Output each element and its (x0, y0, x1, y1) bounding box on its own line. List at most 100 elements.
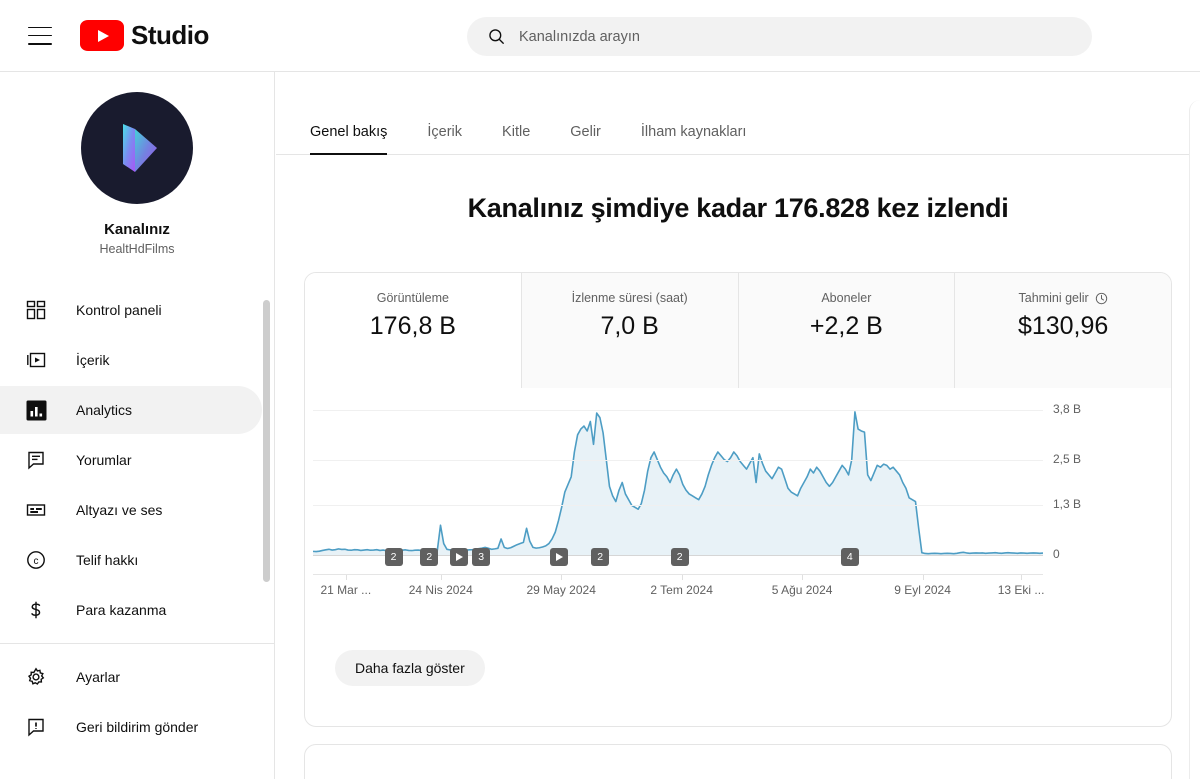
chart-badge-video[interactable] (550, 548, 569, 566)
sidebar-item-subtitles[interactable]: Altyazı ve ses (0, 486, 262, 534)
metric-value: 176,8 B (369, 312, 456, 340)
gridline (313, 459, 1043, 461)
x-axis-tick-mark (440, 575, 442, 580)
sidebar-item-settings[interactable]: Ayarlar (0, 653, 262, 701)
metric-label: Aboneler (821, 291, 872, 305)
sidebar-scrollbar[interactable] (263, 300, 270, 582)
sidebar-item-label: Ayarlar (76, 669, 121, 685)
search-icon (489, 29, 504, 44)
channel-block[interactable]: Kanalınız HealtHdFilms (0, 72, 274, 256)
dollar-icon (24, 598, 48, 622)
clock-icon (1095, 292, 1107, 304)
metric-watch-time[interactable]: İzlenme süresi (saat) 7,0 B (522, 273, 739, 388)
sidebar-item-dashboard[interactable]: Kontrol paneli (0, 286, 262, 334)
hamburger-icon[interactable] (28, 26, 52, 45)
chart-badge-count[interactable]: 2 (591, 548, 610, 566)
metric-value: 7,0 B (600, 312, 659, 340)
next-card-partial (304, 744, 1172, 779)
analytics-tabs: Genel bakış İçerik Kitle Gelir İlham kay… (276, 100, 1200, 155)
content-video-icon (24, 348, 48, 372)
metric-estimated-revenue[interactable]: Tahmini gelir $130,96 (955, 273, 1171, 388)
gridline (313, 410, 1043, 411)
y-axis-tick-label: 1,3 B (1053, 497, 1082, 512)
channel-handle: HealtHdFilms (99, 242, 175, 256)
metric-value: +2,2 B (809, 312, 883, 340)
metric-label: Görüntüleme (376, 291, 449, 305)
chart-badge-video[interactable] (449, 548, 468, 566)
search-box[interactable] (467, 17, 1092, 56)
chart-plot-area (313, 410, 1043, 555)
tab-audience[interactable]: Kitle (502, 124, 530, 154)
x-axis-tick-label: 24 Nis 2024 (408, 583, 473, 597)
show-more-button[interactable]: Daha fazla göster (335, 650, 485, 686)
tab-overview[interactable]: Genel bakış (310, 124, 388, 155)
chart-badge-count[interactable]: 2 (420, 548, 439, 566)
sidebar-item-label: Altyazı ve ses (76, 502, 163, 518)
x-axis-tick-mark (681, 575, 683, 580)
right-panel-edge (1189, 100, 1200, 779)
x-axis-tick-label: 13 Eki ... (997, 583, 1045, 597)
studio-wordmark: Studio (131, 20, 209, 50)
sidebar-item-copyright[interactable]: c Telif hakkı (0, 536, 262, 584)
x-axis-tick-label: 9 Eyl 2024 (894, 583, 951, 597)
sidebar-item-label: Yorumlar (76, 452, 132, 468)
analytics-bar-icon (24, 398, 48, 422)
gridline (313, 505, 1043, 507)
tab-revenue[interactable]: Gelir (570, 124, 601, 154)
sidebar-item-label: Geri bildirim gönder (76, 719, 199, 735)
chart-badge-count[interactable]: 3 (472, 548, 491, 566)
x-axis-tick-label: 29 May 2024 (526, 583, 596, 597)
channel-name: Kanalınız (104, 221, 170, 238)
chart-annotations: 223224 (313, 548, 1043, 568)
svg-text:c: c (34, 556, 39, 567)
main-content: Genel bakış İçerik Kitle Gelir İlham kay… (276, 72, 1200, 779)
search-input[interactable] (519, 28, 1039, 45)
y-axis-tick-label: 2,5 B (1053, 451, 1082, 466)
sidebar-nav: Kontrol paneli İçerik Analytics Yorumlar… (0, 286, 274, 751)
metric-subscribers[interactable]: Aboneler +2,2 B (739, 273, 956, 388)
x-axis-tick-label: 21 Mar ... (320, 583, 372, 597)
metric-tabs: Görüntüleme 176,8 B İzlenme süresi (saat… (305, 273, 1171, 388)
top-bar: Studio (0, 0, 1200, 72)
dashboard-icon (24, 298, 48, 322)
chart-badge-count[interactable]: 2 (670, 548, 689, 566)
x-axis-tick-mark (345, 575, 347, 580)
views-chart: 0 1,3 B 2,5 B 3,8 B 223224 21 Mar ... 24 Nis… (305, 388, 1171, 726)
channel-avatar (81, 92, 193, 204)
sidebar-item-comments[interactable]: Yorumlar (0, 436, 262, 484)
x-axis-tick-label: 2 Tem 2024 (650, 583, 713, 597)
sidebar-item-label: Kontrol paneli (76, 302, 162, 318)
sidebar-item-monetization[interactable]: Para kazanma (0, 586, 262, 634)
metric-views[interactable]: Görüntüleme 176,8 B (305, 273, 522, 388)
tab-inspiration[interactable]: İlham kaynakları (641, 124, 747, 154)
overview-card: Görüntüleme 176,8 B İzlenme süresi (saat… (304, 272, 1172, 727)
studio-logo[interactable]: Studio (80, 20, 209, 51)
subtitles-icon (24, 498, 48, 522)
metric-label: Tahmini gelir (1018, 291, 1089, 305)
sidebar-item-label: Analytics (76, 402, 133, 418)
x-axis-tick-mark (922, 575, 924, 580)
page-title: Kanalınız şimdiye kadar 176.828 kez izle… (467, 193, 1009, 223)
copyright-icon: c (24, 548, 48, 572)
y-axis-tick-label: 3,8 B (1053, 402, 1082, 416)
x-axis-tick-mark (802, 575, 804, 580)
y-axis-tick-label: 0 (1053, 547, 1060, 561)
chart-badge-count[interactable]: 4 (840, 548, 859, 566)
sidebar-item-label: Telif hakkı (76, 552, 139, 568)
sidebar-item-analytics[interactable]: Analytics (0, 386, 262, 434)
sidebar-item-content[interactable]: İçerik (0, 336, 262, 384)
sidebar: Kanalınız HealtHdFilms Kontrol paneli İç… (0, 72, 275, 779)
comments-icon (24, 448, 48, 472)
chart-badge-count[interactable]: 2 (384, 548, 403, 566)
gear-icon (24, 665, 48, 689)
x-axis-tick-mark (561, 575, 563, 580)
sidebar-item-label: İçerik (76, 352, 110, 368)
sidebar-item-feedback[interactable]: Geri bildirim gönder (0, 703, 262, 751)
chart-x-axis: 21 Mar ... 24 Nis 2024 29 May 2024 2 Tem 20… (313, 574, 1045, 604)
youtube-play-icon (80, 20, 124, 51)
metric-label: İzlenme süresi (saat) (571, 291, 688, 305)
x-axis-tick-mark (1021, 575, 1023, 580)
x-axis-tick-label: 5 Ağu 2024 (771, 583, 833, 597)
tab-content[interactable]: İçerik (427, 124, 462, 154)
feedback-icon (24, 715, 48, 739)
